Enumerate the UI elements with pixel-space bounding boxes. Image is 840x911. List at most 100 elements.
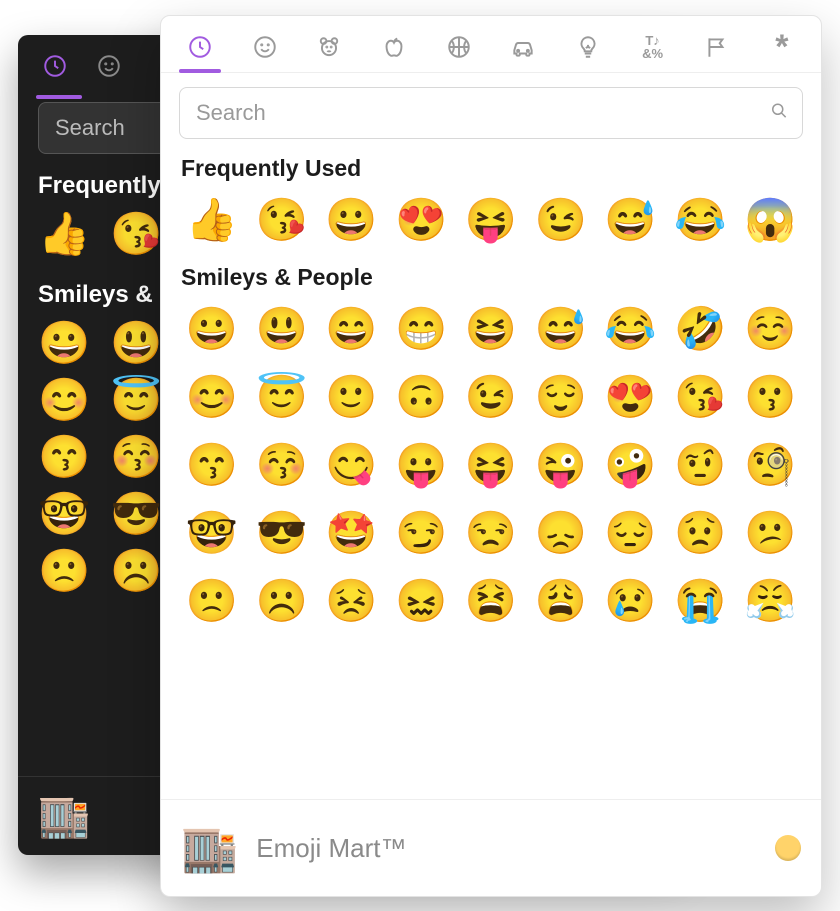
emoji-cell[interactable]: 😒 bbox=[458, 501, 524, 565]
apple-icon bbox=[381, 34, 407, 60]
emoji-cell[interactable]: 😚 bbox=[110, 433, 162, 482]
emoji-cell[interactable]: 😊 bbox=[179, 365, 245, 429]
section-heading: Frequently Used bbox=[181, 155, 803, 182]
emoji-cell[interactable]: 🙂 bbox=[319, 365, 385, 429]
emoji-cell[interactable]: 😭 bbox=[667, 569, 733, 633]
tab-custom[interactable]: * bbox=[767, 32, 797, 62]
emoji-cell[interactable]: 🙁 bbox=[38, 547, 90, 596]
emoji-cell[interactable]: ☹️ bbox=[249, 569, 315, 633]
emoji-cell[interactable]: 😫 bbox=[458, 569, 524, 633]
emoji-cell[interactable]: 😤 bbox=[737, 569, 803, 633]
emoji-cell[interactable]: 😆 bbox=[458, 297, 524, 361]
emoji-cell[interactable]: ☺️ bbox=[737, 297, 803, 361]
tab-symbols[interactable]: T♪&% bbox=[638, 32, 668, 62]
emoji-cell[interactable]: 😍 bbox=[598, 365, 664, 429]
emoji-cell[interactable]: 😌 bbox=[528, 365, 594, 429]
tabs-divider bbox=[161, 72, 821, 73]
emoji-picker-light: T♪&% * Frequently Used👍😘😀😍😝� bbox=[160, 15, 822, 897]
section-heading: Smileys & People bbox=[181, 264, 803, 291]
emoji-cell[interactable]: 😞 bbox=[528, 501, 594, 565]
emoji-cell[interactable]: 😩 bbox=[528, 569, 594, 633]
emoji-scroll-area[interactable]: Frequently Used👍😘😀😍😝😉😅😂😱Smileys & People… bbox=[161, 143, 821, 799]
emoji-cell[interactable]: 🤪 bbox=[598, 433, 664, 497]
emoji-cell[interactable]: 🤓 bbox=[38, 490, 90, 539]
emoji-cell[interactable]: 😢 bbox=[598, 569, 664, 633]
emoji-cell[interactable]: 😟 bbox=[667, 501, 733, 565]
emoji-cell[interactable]: 😂 bbox=[598, 297, 664, 361]
tab-flags[interactable] bbox=[702, 32, 732, 62]
tab-recent-dark[interactable] bbox=[42, 53, 68, 84]
tab-animals[interactable] bbox=[314, 32, 344, 62]
emoji-cell[interactable]: 🤓 bbox=[179, 501, 245, 565]
emoji-cell[interactable]: ☹️ bbox=[110, 547, 162, 596]
skin-tone-selector[interactable] bbox=[775, 835, 801, 861]
emoji-cell[interactable]: 😙 bbox=[179, 433, 245, 497]
emoji-cell[interactable]: 😀 bbox=[179, 297, 245, 361]
emoji-cell[interactable]: 👍 bbox=[179, 188, 245, 252]
tab-activity[interactable] bbox=[444, 32, 474, 62]
category-tabs: T♪&% * bbox=[161, 16, 821, 72]
emoji-cell[interactable]: 😁 bbox=[388, 297, 454, 361]
emoji-cell[interactable]: 😱 bbox=[737, 188, 803, 252]
preview-emoji: 🏬 bbox=[181, 821, 238, 876]
emoji-cell[interactable]: 😊 bbox=[38, 376, 90, 425]
emoji-cell[interactable]: 🙁 bbox=[179, 569, 245, 633]
emoji-cell[interactable]: 😜 bbox=[528, 433, 594, 497]
smiley-icon bbox=[252, 34, 278, 60]
tab-travel[interactable] bbox=[508, 32, 538, 62]
preview-emoji-dark: 🏬 bbox=[38, 792, 90, 841]
tab-smileys[interactable] bbox=[250, 32, 280, 62]
emoji-cell[interactable]: 😋 bbox=[319, 433, 385, 497]
emoji-cell[interactable]: 😄 bbox=[319, 297, 385, 361]
emoji-grid: 😀😃😄😁😆😅😂🤣☺️ 😊😇🙂🙃😉😌😍😘😗 😙😚😋😛😝😜🤪🤨🧐 🤓😎🤩😏😒😞😔😟😕 🙁☹️… bbox=[179, 297, 803, 633]
emoji-cell[interactable]: 😘 bbox=[110, 210, 162, 259]
emoji-cell[interactable]: 🧐 bbox=[737, 433, 803, 497]
emoji-cell[interactable]: 😛 bbox=[388, 433, 454, 497]
emoji-cell[interactable]: 😕 bbox=[737, 501, 803, 565]
emoji-cell[interactable]: 🤣 bbox=[667, 297, 733, 361]
search-input[interactable] bbox=[179, 87, 803, 139]
tab-smileys-dark[interactable] bbox=[96, 53, 122, 84]
picker-footer: 🏬 Emoji Mart™ bbox=[161, 799, 821, 896]
emoji-cell[interactable]: 😉 bbox=[528, 188, 594, 252]
emoji-cell[interactable]: 😚 bbox=[249, 433, 315, 497]
emoji-cell[interactable]: 😎 bbox=[110, 490, 162, 539]
tab-food[interactable] bbox=[379, 32, 409, 62]
emoji-grid: 👍😘😀😍😝😉😅😂😱 bbox=[179, 188, 803, 252]
emoji-cell[interactable]: 😎 bbox=[249, 501, 315, 565]
clock-icon bbox=[187, 34, 213, 60]
emoji-cell[interactable]: 😇 bbox=[249, 365, 315, 429]
tab-objects[interactable] bbox=[573, 32, 603, 62]
emoji-cell[interactable]: 🤩 bbox=[319, 501, 385, 565]
search-icon bbox=[769, 101, 789, 126]
emoji-cell[interactable]: 👍 bbox=[38, 210, 90, 259]
emoji-cell[interactable]: 😘 bbox=[249, 188, 315, 252]
emoji-cell[interactable]: 😀 bbox=[319, 188, 385, 252]
asterisk-icon: * bbox=[775, 44, 788, 51]
flag-icon bbox=[704, 34, 730, 60]
emoji-cell[interactable]: 😏 bbox=[388, 501, 454, 565]
emoji-cell[interactable]: 😃 bbox=[249, 297, 315, 361]
emoji-cell[interactable]: 😣 bbox=[319, 569, 385, 633]
emoji-cell[interactable]: 😝 bbox=[458, 188, 524, 252]
emoji-cell[interactable]: 😀 bbox=[38, 319, 90, 368]
tab-recent[interactable] bbox=[185, 32, 215, 62]
emoji-cell[interactable]: 😂 bbox=[667, 188, 733, 252]
search-wrap bbox=[179, 87, 803, 139]
emoji-cell[interactable]: 😗 bbox=[737, 365, 803, 429]
car-icon bbox=[510, 34, 536, 60]
emoji-cell[interactable]: 😇 bbox=[110, 376, 162, 425]
emoji-cell[interactable]: 😉 bbox=[458, 365, 524, 429]
preview-label: Emoji Mart™ bbox=[256, 833, 406, 864]
emoji-cell[interactable]: 😝 bbox=[458, 433, 524, 497]
emoji-cell[interactable]: 😖 bbox=[388, 569, 454, 633]
emoji-cell[interactable]: 😍 bbox=[388, 188, 454, 252]
emoji-cell[interactable]: 🤨 bbox=[667, 433, 733, 497]
emoji-cell[interactable]: 😃 bbox=[110, 319, 162, 368]
emoji-cell[interactable]: 😙 bbox=[38, 433, 90, 482]
emoji-cell[interactable]: 😘 bbox=[667, 365, 733, 429]
emoji-cell[interactable]: 😔 bbox=[598, 501, 664, 565]
emoji-cell[interactable]: 😅 bbox=[528, 297, 594, 361]
emoji-cell[interactable]: 😅 bbox=[598, 188, 664, 252]
emoji-cell[interactable]: 🙃 bbox=[388, 365, 454, 429]
